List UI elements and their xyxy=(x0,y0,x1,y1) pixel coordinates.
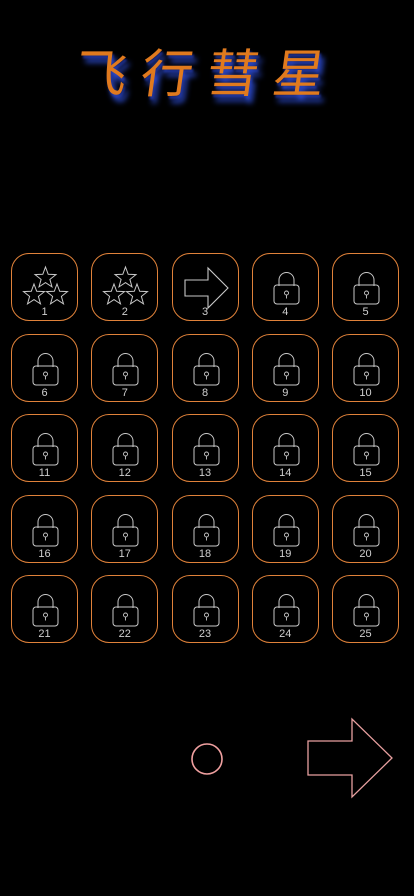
level-1-button[interactable]: 1 xyxy=(11,253,78,321)
level-13-button[interactable]: 13 xyxy=(171,414,239,482)
level-20-button[interactable]: 20 xyxy=(332,494,399,563)
level-number-label: 13 xyxy=(198,467,212,479)
level-25-button[interactable]: 25 xyxy=(332,575,399,643)
level-3-button[interactable]: 3 xyxy=(171,253,239,321)
level-number-label: 19 xyxy=(279,547,292,560)
level-11-button[interactable]: 11 xyxy=(11,414,78,482)
level-number-label: 9 xyxy=(282,386,289,399)
level-2-button[interactable]: 2 xyxy=(91,253,159,321)
level-17-button[interactable]: 17 xyxy=(91,494,159,563)
level-19-button[interactable]: 19 xyxy=(251,494,319,563)
level-number-label: 4 xyxy=(282,306,289,318)
level-14-button[interactable]: 14 xyxy=(251,414,319,482)
level-number-label: 3 xyxy=(201,306,209,318)
level-number-label: 18 xyxy=(198,547,212,560)
level-number-label: 16 xyxy=(38,547,51,560)
level-16-button[interactable]: 16 xyxy=(11,494,78,563)
level-12-button[interactable]: 12 xyxy=(91,414,159,482)
level-number-label: 12 xyxy=(118,467,131,479)
level-4-button[interactable]: 4 xyxy=(251,253,319,321)
level-15-button[interactable]: 15 xyxy=(332,414,399,482)
level-number-label: 15 xyxy=(359,467,372,479)
page-indicator-circle-icon[interactable] xyxy=(190,742,224,776)
level-number-label: 2 xyxy=(121,306,128,318)
game-title: 飞行彗星 xyxy=(70,45,344,105)
level-7-button[interactable]: 7 xyxy=(91,333,159,402)
level-10-button[interactable]: 10 xyxy=(332,333,399,402)
level-number-label: 17 xyxy=(118,547,131,560)
level-number-label: 24 xyxy=(279,628,292,640)
level-number-label: 6 xyxy=(41,386,48,399)
level-number-label: 23 xyxy=(198,628,212,640)
level-number-label: 7 xyxy=(121,386,128,399)
level-number-label: 11 xyxy=(38,467,51,479)
level-number-label: 10 xyxy=(359,386,372,399)
level-5-button[interactable]: 5 xyxy=(332,253,399,321)
level-grid: 1 2 3 4 5 6 7 8 9 10 11 12 13 14 15 16 17 18 19 20 21 22 23 24 2… xyxy=(11,253,403,643)
level-number-label: 1 xyxy=(41,306,48,318)
level-number-label: 14 xyxy=(279,467,292,479)
level-number-label: 5 xyxy=(362,306,369,318)
level-23-button[interactable]: 23 xyxy=(171,575,239,643)
level-21-button[interactable]: 21 xyxy=(11,575,78,643)
level-number-label: 21 xyxy=(38,628,51,640)
level-22-button[interactable]: 22 xyxy=(91,575,159,643)
level-18-button[interactable]: 18 xyxy=(171,494,239,563)
level-number-label: 20 xyxy=(359,547,372,560)
level-6-button[interactable]: 6 xyxy=(11,333,78,402)
level-24-button[interactable]: 24 xyxy=(251,575,319,643)
level-9-button[interactable]: 9 xyxy=(251,333,319,402)
level-8-button[interactable]: 8 xyxy=(171,333,239,402)
level-number-label: 22 xyxy=(118,628,131,640)
level-number-label: 25 xyxy=(359,628,372,640)
next-page-arrow-button[interactable] xyxy=(306,717,394,799)
level-number-label: 8 xyxy=(201,386,209,399)
